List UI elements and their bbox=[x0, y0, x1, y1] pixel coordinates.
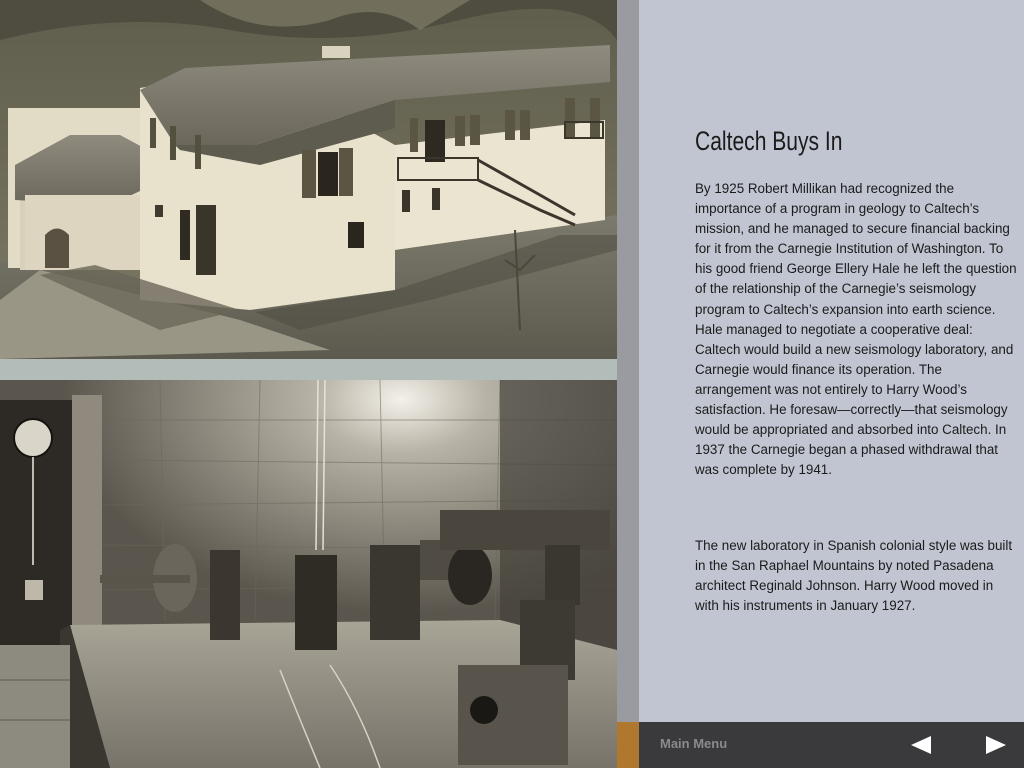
footer-accent bbox=[617, 722, 639, 768]
divider-bar bbox=[617, 0, 639, 722]
triangle-left-icon bbox=[911, 736, 931, 754]
main-menu-button[interactable]: Main Menu bbox=[660, 736, 727, 751]
photo-seismology-laboratory-building bbox=[0, 0, 617, 359]
photo-separator bbox=[0, 359, 617, 380]
triangle-right-icon bbox=[986, 736, 1006, 754]
seismograph-instruments-illustration bbox=[0, 380, 617, 768]
body-paragraph-1: By 1925 Robert Millikan had recognized t… bbox=[695, 181, 1017, 478]
photo-seismograph-instruments bbox=[0, 380, 617, 768]
page-title: Caltech Buys In bbox=[695, 126, 843, 156]
footer-nav-bar: Main Menu bbox=[617, 722, 1024, 768]
previous-page-button[interactable] bbox=[909, 734, 933, 756]
body-paragraph-2: The new laboratory in Spanish colonial s… bbox=[695, 538, 1013, 614]
next-page-button[interactable] bbox=[984, 734, 1008, 756]
text-panel: Caltech Buys In By 1925 Robert Millikan … bbox=[639, 0, 1024, 722]
laboratory-building-illustration bbox=[0, 0, 617, 359]
